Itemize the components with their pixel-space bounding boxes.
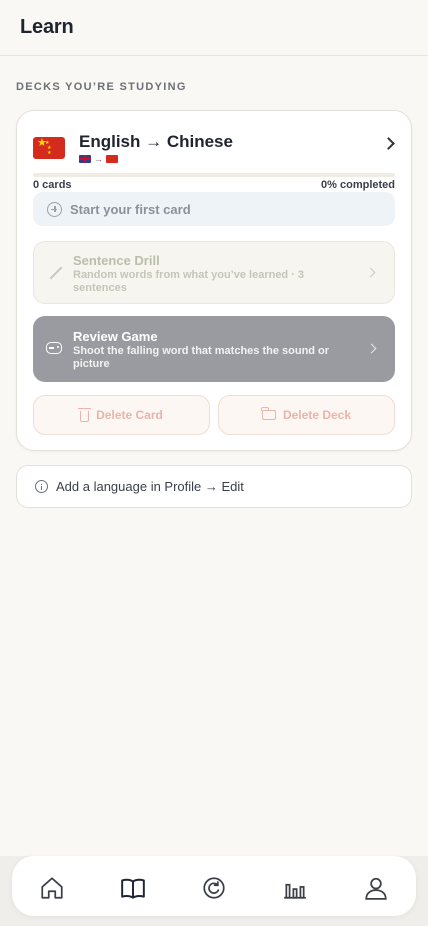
- delete-card-button[interactable]: Delete Card: [33, 395, 210, 435]
- deck-title: English → Chinese: [79, 132, 233, 151]
- review-game-button[interactable]: Review Game Shoot the falling word that …: [33, 316, 395, 382]
- folder-icon: [261, 407, 276, 420]
- review-icon: [203, 877, 225, 899]
- start-first-card-button[interactable]: Start your first card: [33, 192, 395, 226]
- plus-circle-icon: [47, 201, 62, 217]
- page-title: Learn: [20, 16, 74, 38]
- trash-icon: [78, 407, 92, 422]
- chevron-right-icon[interactable]: [382, 137, 395, 150]
- delete-card-label: Delete Card: [96, 408, 163, 422]
- deck-header[interactable]: ★ ★ ★ ★ English → Chinese →: [33, 131, 397, 167]
- sentence-drill-description: Random words from what you’ve learned · …: [73, 269, 305, 294]
- tab-review[interactable]: [200, 874, 228, 902]
- review-game-description: Shoot the falling word that matches the …: [73, 345, 330, 370]
- language-pair: →: [79, 154, 118, 164]
- add-language-label: Add a language in Profile → Edit: [56, 479, 244, 494]
- delete-deck-button[interactable]: Delete Deck: [218, 395, 395, 435]
- chevron-right-icon: [366, 343, 377, 354]
- add-language-hint[interactable]: Add a language in Profile → Edit: [16, 465, 412, 508]
- tab-stats[interactable]: [281, 874, 309, 902]
- sentence-drill-button[interactable]: Sentence Drill Random words from what yo…: [33, 241, 395, 304]
- header: Learn: [0, 0, 428, 56]
- china-flag-icon: [106, 155, 118, 163]
- deck-card: ★ ★ ★ ★ English → Chinese → 0 cards 0% c…: [16, 110, 412, 451]
- section-label: DECKS YOU’RE STUDYING: [16, 81, 187, 93]
- uk-flag-icon: [79, 155, 91, 163]
- stats-icon: [284, 883, 306, 899]
- start-first-card-label: Start your first card: [70, 201, 191, 217]
- tab-profile[interactable]: [362, 874, 390, 902]
- tab-bar: [12, 856, 416, 916]
- progress-bar: [33, 173, 395, 177]
- china-flag-icon: ★ ★ ★ ★: [33, 137, 65, 159]
- info-icon: [35, 480, 48, 493]
- home-icon: [41, 877, 63, 899]
- gamepad-icon: [46, 342, 62, 354]
- delete-deck-label: Delete Deck: [282, 408, 352, 422]
- cards-count: 0 cards: [33, 179, 72, 191]
- sentence-drill-title: Sentence Drill: [73, 253, 160, 268]
- arrow-icon: →: [94, 154, 103, 164]
- chevron-right-icon: [365, 267, 376, 278]
- review-game-title: Review Game: [73, 329, 158, 344]
- profile-icon: [365, 877, 387, 900]
- book-icon: [121, 878, 145, 899]
- completion-percent: 0% completed: [321, 179, 395, 191]
- pencil-icon: [49, 266, 63, 280]
- tab-home[interactable]: [38, 874, 66, 902]
- tab-learn[interactable]: [119, 874, 147, 902]
